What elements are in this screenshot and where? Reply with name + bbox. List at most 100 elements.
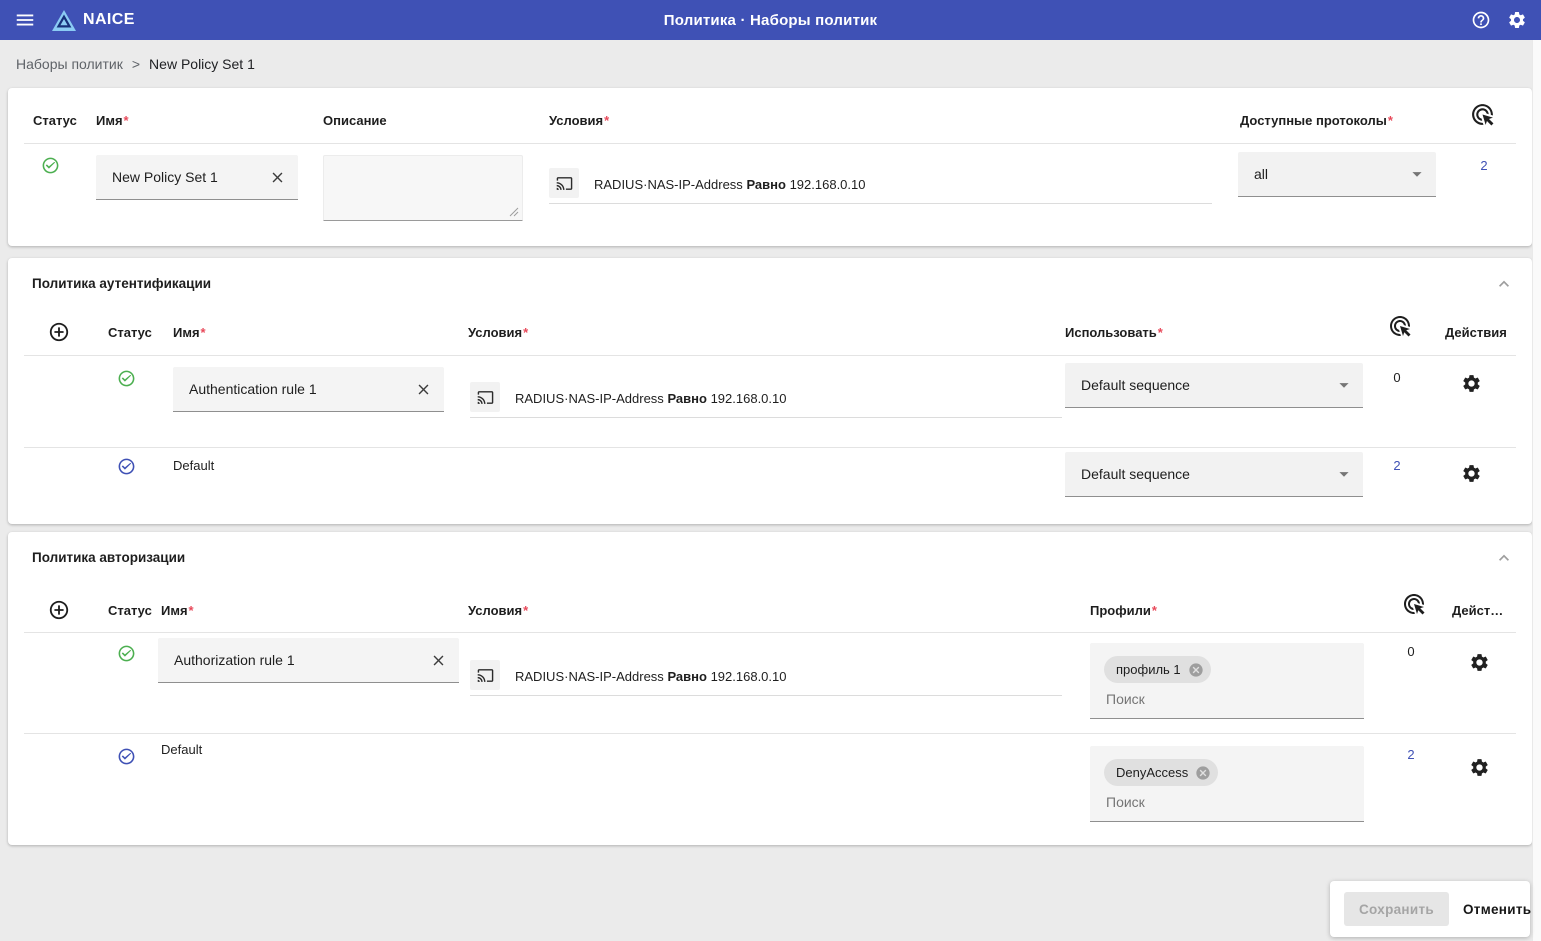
status-toggle[interactable] [117,369,136,388]
breadcrumb-separator-icon: > [132,56,140,72]
auth-sequence-value: Default sequence [1065,377,1333,393]
chip-remove-icon[interactable] [1188,662,1204,678]
status-toggle[interactable] [117,644,136,663]
policy-set-name-value: New Policy Set 1 [96,169,269,185]
cast-icon [470,382,500,412]
required-marker: * [523,325,528,340]
authz-rule-condition[interactable]: RADIUS·NAS-IP-Address Равно 192.168.0.10 [470,658,1062,696]
breadcrumb-parent[interactable]: Наборы политик [16,56,123,72]
required-marker: * [124,113,129,128]
section-title-authorization: Политика авторизации [32,550,185,565]
page-title: Политика · Наборы политик [664,12,877,29]
profiles-search-placeholder: Поиск [1106,794,1364,810]
policy-set-condition[interactable]: RADIUS·NAS-IP-Address Равно 192.168.0.10 [549,166,1212,204]
brand[interactable]: NAICE [52,10,135,31]
profile-chip-label: профиль 1 [1116,662,1181,677]
default-rule-label: Default [161,742,202,757]
condition-value: 192.168.0.10 [711,669,787,684]
profiles-input[interactable]: профиль 1 Поиск [1090,643,1364,719]
authentication-policy-card: Политика аутентификации Статус Имя* Усло… [8,258,1532,524]
profiles-input[interactable]: DenyAccess Поиск [1090,746,1364,822]
brand-logo-icon [52,10,76,31]
brand-name: NAICE [83,11,135,29]
policy-set-description-input[interactable] [323,155,523,221]
policy-set-name-input[interactable]: New Policy Set 1 [96,155,298,200]
default-rule-label: Default [173,458,214,473]
section-title-authentication: Политика аутентификации [32,276,211,291]
hits-column-icon [1388,314,1412,338]
condition-operator: Равно [667,669,707,684]
condition-value: 192.168.0.10 [711,391,787,406]
collapse-icon[interactable] [1494,548,1514,568]
column-use: Использовать [1065,325,1157,340]
profile-chip: DenyAccess [1104,759,1218,786]
collapse-icon[interactable] [1494,274,1514,294]
hits-count-link[interactable]: 2 [1471,158,1497,173]
column-conditions: Условия [468,603,522,618]
required-marker: * [1152,603,1157,618]
resize-grip-icon[interactable] [509,207,519,217]
column-actions: Дейст… [1452,603,1503,618]
auth-rule-condition[interactable]: RADIUS·NAS-IP-Address Равно 192.168.0.10 [470,380,1062,418]
row-actions-gear-icon[interactable] [1469,757,1490,778]
clear-name-icon[interactable] [415,381,432,398]
column-actions: Действия [1445,325,1507,340]
status-toggle[interactable] [117,457,136,476]
column-description: Описание [323,113,387,128]
required-marker: * [201,325,206,340]
help-icon[interactable] [1471,10,1491,30]
column-status: Статус [33,113,77,128]
hits-count-link[interactable]: 2 [1384,458,1410,473]
auth-rule-name-value: Authentication rule 1 [173,381,415,397]
hits-column-icon [1402,592,1426,616]
row-actions-gear-icon[interactable] [1469,652,1490,673]
required-marker: * [1388,113,1393,128]
hits-column-icon [1470,102,1495,127]
row-actions-gear-icon[interactable] [1461,373,1482,394]
authz-rule-name-input[interactable]: Authorization rule 1 [158,638,459,683]
chevron-down-icon [1333,374,1355,396]
required-marker: * [189,603,194,618]
condition-attribute: RADIUS·NAS-IP-Address [594,177,743,192]
save-button[interactable]: Сохранить [1344,892,1449,926]
breadcrumb-current: New Policy Set 1 [149,56,255,72]
required-marker: * [604,113,609,128]
cancel-button[interactable]: Отменить [1463,902,1531,917]
clear-name-icon[interactable] [269,169,286,186]
auth-sequence-select[interactable]: Default sequence [1065,452,1363,497]
add-rule-icon[interactable] [48,321,70,343]
column-name: Имя [161,603,188,618]
condition-operator: Равно [746,177,786,192]
add-rule-icon[interactable] [48,599,70,621]
chevron-down-icon [1406,163,1428,185]
profile-chip: профиль 1 [1104,656,1211,683]
status-toggle[interactable] [117,747,136,766]
protocols-select[interactable]: all [1238,152,1436,197]
chip-remove-icon[interactable] [1195,765,1211,781]
policy-set-card: Статус Имя* Описание Условия* Доступные … [8,88,1532,246]
hits-count: 0 [1398,644,1424,659]
chevron-down-icon [1333,463,1355,485]
profile-chip-label: DenyAccess [1116,765,1188,780]
column-name: Имя [173,325,200,340]
authorization-policy-card: Политика авторизации Статус Имя* Условия… [8,532,1532,845]
auth-sequence-select[interactable]: Default sequence [1065,363,1363,408]
settings-icon[interactable] [1507,10,1527,30]
authz-rule-name-value: Authorization rule 1 [158,652,430,668]
hits-count-link[interactable]: 2 [1398,747,1424,762]
required-marker: * [1158,325,1163,340]
column-status: Статус [108,603,152,618]
scrollbar[interactable] [1532,40,1541,941]
app-bar: NAICE Политика · Наборы политик [0,0,1541,40]
status-toggle[interactable] [41,156,60,175]
column-protocols: Доступные протоколы [1240,113,1387,128]
column-name: Имя [96,113,123,128]
condition-attribute: RADIUS·NAS-IP-Address [515,391,664,406]
column-status: Статус [108,325,152,340]
row-actions-gear-icon[interactable] [1461,463,1482,484]
cast-icon [549,168,579,198]
auth-rule-name-input[interactable]: Authentication rule 1 [173,367,444,412]
cast-icon [470,660,500,690]
menu-icon[interactable] [14,9,36,31]
clear-name-icon[interactable] [430,652,447,669]
